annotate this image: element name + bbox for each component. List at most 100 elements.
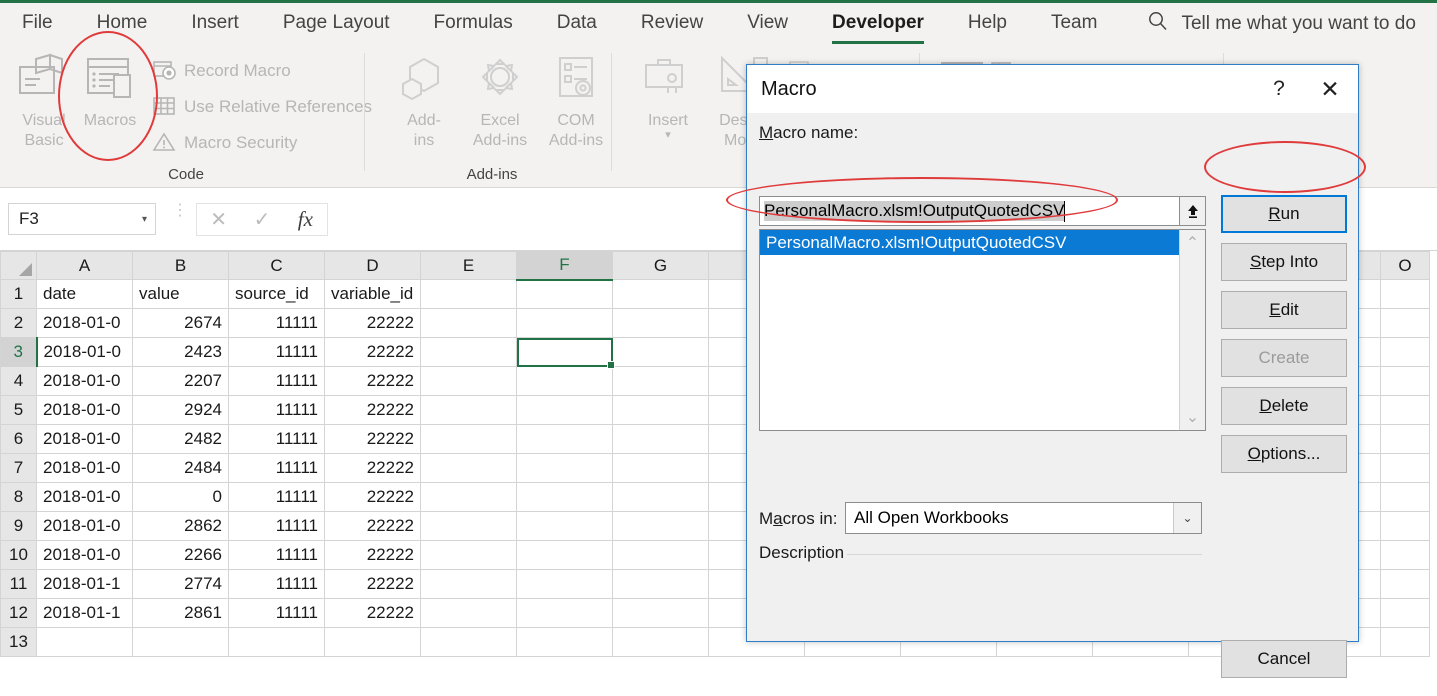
cell-c2[interactable]: 11111 — [229, 309, 325, 338]
column-header-e[interactable]: E — [421, 252, 517, 280]
cell-g2[interactable] — [613, 309, 709, 338]
ribbon-tab-formulas[interactable]: Formulas — [434, 4, 513, 44]
row-header-3[interactable]: 3 — [1, 338, 37, 367]
question-mark-icon[interactable]: ? — [1256, 77, 1302, 101]
cell-f8[interactable] — [517, 483, 613, 512]
cell-o12[interactable] — [1381, 599, 1430, 628]
macro-list-box[interactable]: PersonalMacro.xlsm!OutputQuotedCSV ⌃ ⌄ — [759, 229, 1206, 431]
cell-f7[interactable] — [517, 454, 613, 483]
cell-a2[interactable]: 2018-01-0 — [37, 309, 133, 338]
cell-a3[interactable]: 2018-01-0 — [37, 338, 133, 367]
cell-b8[interactable]: 0 — [133, 483, 229, 512]
cell-c7[interactable]: 11111 — [229, 454, 325, 483]
cell-c12[interactable]: 11111 — [229, 599, 325, 628]
chevron-up-icon[interactable]: ⌃ — [1186, 230, 1199, 256]
cell-f3[interactable] — [517, 338, 613, 367]
cell-c8[interactable]: 11111 — [229, 483, 325, 512]
cell-d1[interactable]: variable_id — [325, 280, 421, 309]
cell-d5[interactable]: 22222 — [325, 396, 421, 425]
cell-f4[interactable] — [517, 367, 613, 396]
cell-c5[interactable]: 11111 — [229, 396, 325, 425]
macros-in-dropdown[interactable]: All Open Workbooks ⌄ — [845, 502, 1202, 534]
cell-o7[interactable] — [1381, 454, 1430, 483]
record-macro-button[interactable]: Record Macro — [152, 59, 291, 83]
cell-b3[interactable]: 2423 — [133, 338, 229, 367]
cell-f9[interactable] — [517, 512, 613, 541]
fx-icon[interactable]: fx — [284, 207, 327, 232]
visual-basic-button[interactable]: Visual Basic — [6, 53, 82, 151]
list-item[interactable]: PersonalMacro.xlsm!OutputQuotedCSV — [760, 230, 1179, 255]
cell-a5[interactable]: 2018-01-0 — [37, 396, 133, 425]
cell-e8[interactable] — [421, 483, 517, 512]
cell-g10[interactable] — [613, 541, 709, 570]
cell-d11[interactable]: 22222 — [325, 570, 421, 599]
cell-f10[interactable] — [517, 541, 613, 570]
ribbon-tab-view[interactable]: View — [747, 4, 788, 44]
row-header-12[interactable]: 12 — [1, 599, 37, 628]
row-header-5[interactable]: 5 — [1, 396, 37, 425]
cell-d10[interactable]: 22222 — [325, 541, 421, 570]
cell-a8[interactable]: 2018-01-0 — [37, 483, 133, 512]
cell-b13[interactable] — [133, 628, 229, 657]
cell-a13[interactable] — [37, 628, 133, 657]
cell-e13[interactable] — [421, 628, 517, 657]
cell-f2[interactable] — [517, 309, 613, 338]
cell-o4[interactable] — [1381, 367, 1430, 396]
tell-me-box[interactable]: Tell me what you want to do — [1147, 10, 1415, 38]
cell-o13[interactable] — [1381, 628, 1430, 657]
cell-o8[interactable] — [1381, 483, 1430, 512]
cell-e5[interactable] — [421, 396, 517, 425]
cell-f1[interactable] — [517, 280, 613, 309]
cell-d9[interactable]: 22222 — [325, 512, 421, 541]
delete-button[interactable]: Delete — [1221, 387, 1347, 425]
cell-g4[interactable] — [613, 367, 709, 396]
cell-f6[interactable] — [517, 425, 613, 454]
cell-e10[interactable] — [421, 541, 517, 570]
column-header-g[interactable]: G — [613, 252, 709, 280]
cell-c1[interactable]: source_id — [229, 280, 325, 309]
column-header-a[interactable]: A — [37, 252, 133, 280]
ribbon-tab-insert[interactable]: Insert — [191, 4, 239, 44]
cell-f11[interactable] — [517, 570, 613, 599]
chevron-down-icon[interactable]: ⌄ — [1173, 503, 1201, 533]
use-relative-references-button[interactable]: Use Relative References — [152, 95, 372, 119]
name-box[interactable]: F3 ▾ — [8, 203, 156, 235]
cell-b7[interactable]: 2484 — [133, 454, 229, 483]
cell-d7[interactable]: 22222 — [325, 454, 421, 483]
cell-o5[interactable] — [1381, 396, 1430, 425]
ribbon-tab-page-layout[interactable]: Page Layout — [283, 4, 390, 44]
cancel-formula-icon[interactable]: ✕ — [197, 207, 240, 232]
column-header-f[interactable]: F — [517, 252, 613, 280]
ribbon-tab-review[interactable]: Review — [641, 4, 703, 44]
cell-f12[interactable] — [517, 599, 613, 628]
row-header-8[interactable]: 8 — [1, 483, 37, 512]
enter-formula-icon[interactable]: ✓ — [240, 207, 283, 232]
com-add-ins-button[interactable]: COM Add-ins — [538, 53, 614, 151]
add-ins-button[interactable]: Add- ins — [386, 53, 462, 151]
cell-f5[interactable] — [517, 396, 613, 425]
row-header-1[interactable]: 1 — [1, 280, 37, 309]
cell-a7[interactable]: 2018-01-0 — [37, 454, 133, 483]
cell-a1[interactable]: date — [37, 280, 133, 309]
cell-c13[interactable] — [229, 628, 325, 657]
cell-a12[interactable]: 2018-01-1 — [37, 599, 133, 628]
excel-add-ins-button[interactable]: Excel Add-ins — [462, 53, 538, 151]
cell-e1[interactable] — [421, 280, 517, 309]
macro-list-scrollbar[interactable]: ⌃ ⌄ — [1179, 230, 1205, 430]
cell-g3[interactable] — [613, 338, 709, 367]
cell-c3[interactable]: 11111 — [229, 338, 325, 367]
cell-d13[interactable] — [325, 628, 421, 657]
close-icon[interactable]: ✕ — [1302, 76, 1358, 103]
cell-a9[interactable]: 2018-01-0 — [37, 512, 133, 541]
chevron-down-icon[interactable]: ⌄ — [1186, 404, 1199, 430]
cell-e7[interactable] — [421, 454, 517, 483]
cell-c9[interactable]: 11111 — [229, 512, 325, 541]
macro-name-input[interactable]: PersonalMacro.xlsm!OutputQuotedCSV — [759, 196, 1184, 226]
cell-d12[interactable]: 22222 — [325, 599, 421, 628]
column-header-o[interactable]: O — [1381, 252, 1430, 280]
row-header-9[interactable]: 9 — [1, 512, 37, 541]
cell-o11[interactable] — [1381, 570, 1430, 599]
ribbon-tab-file[interactable]: File — [22, 4, 53, 44]
formula-bar-grip[interactable]: ⋮ — [172, 207, 188, 215]
cell-b4[interactable]: 2207 — [133, 367, 229, 396]
